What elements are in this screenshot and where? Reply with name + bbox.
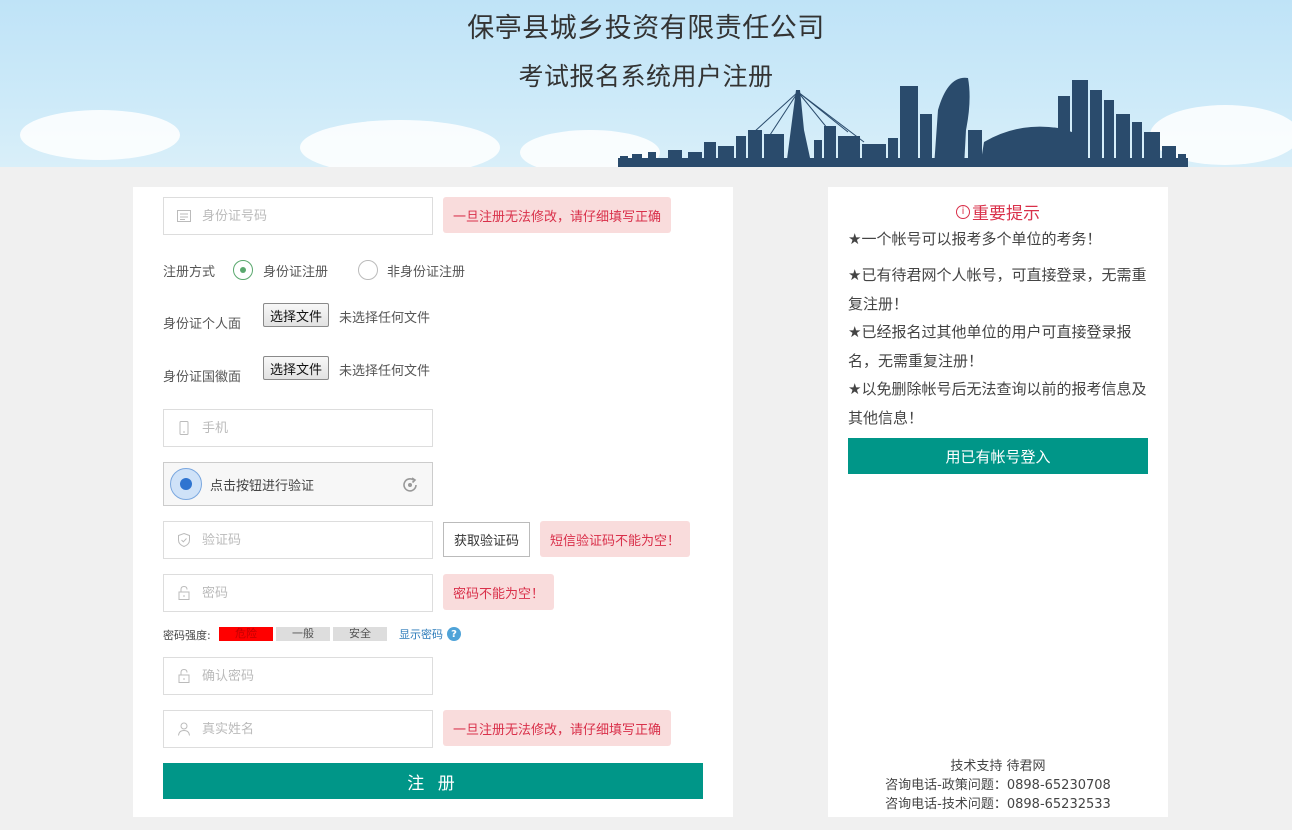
- login-existing-account-button[interactable]: 用已有帐号登入: [848, 438, 1148, 474]
- registration-form: 一旦注册无法修改，请仔细填写正确 注册方式 身份证注册 非身份证注册 身份证个人…: [133, 187, 733, 817]
- city-skyline-illustration: [618, 77, 1188, 167]
- id-front-file-status: 未选择任何文件: [339, 311, 431, 326]
- id-number-field[interactable]: [163, 197, 433, 235]
- notice-item: ★一个帐号可以报考多个单位的考务！: [848, 230, 1102, 248]
- company-title: 保亭县城乡投资有限责任公司: [467, 13, 825, 44]
- radio-non-id-registration-label[interactable]: 非身份证注册: [387, 261, 465, 280]
- notice-title: i 重要提示: [828, 199, 1168, 224]
- refresh-icon[interactable]: [400, 475, 420, 495]
- captcha-verify-button[interactable]: 点击按钮进行验证: [163, 462, 433, 506]
- registration-method-label: 注册方式: [163, 265, 216, 280]
- lock-icon: [178, 585, 190, 600]
- info-icon: i: [956, 204, 970, 219]
- id-front-file-button[interactable]: 选择文件: [263, 303, 330, 327]
- id-back-label: 身份证国徽面: [163, 370, 242, 385]
- id-back-file-button[interactable]: 选择文件: [263, 356, 330, 380]
- id-card-icon: [177, 210, 191, 222]
- notice-item: ★已有待君网个人帐号，可直接登录，无需重复注册！: [848, 266, 1147, 313]
- password-input[interactable]: [202, 585, 402, 601]
- confirm-password-input[interactable]: [202, 668, 402, 684]
- real-name-field[interactable]: [163, 710, 433, 748]
- sms-code-tip: 短信验证码不能为空！: [540, 521, 691, 557]
- cloud-decoration: [20, 110, 180, 160]
- show-password-label[interactable]: 显示密码: [399, 626, 443, 642]
- register-button[interactable]: 注 册: [163, 763, 703, 799]
- id-back-file-status: 未选择任何文件: [339, 364, 431, 379]
- password-tip: 密码不能为空！: [443, 574, 555, 610]
- notice-panel: i 重要提示 ★一个帐号可以报考多个单位的考务！ ★已有待君网个人帐号，可直接登…: [828, 187, 1168, 817]
- user-icon: [178, 722, 190, 736]
- real-name-tip: 一旦注册无法修改，请仔细填写正确: [443, 710, 672, 746]
- radio-id-registration[interactable]: [233, 260, 253, 280]
- radio-id-registration-label[interactable]: 身份证注册: [263, 261, 328, 280]
- id-number-input[interactable]: [202, 208, 402, 224]
- policy-phone-text: 咨询电话-政策问题：0898-65230708: [885, 778, 1111, 793]
- strength-level-safe: 安全: [333, 627, 387, 641]
- lock-icon: [178, 668, 190, 683]
- notice-item: ★已经报名过其他单位的用户可直接登录报名，无需重复注册！: [848, 323, 1132, 370]
- password-strength-label: 密码强度:: [163, 629, 211, 642]
- sms-code-input[interactable]: [202, 532, 402, 548]
- get-code-button[interactable]: 获取验证码: [443, 522, 530, 557]
- notice-title-text: 重要提示: [972, 204, 1040, 224]
- phone-input[interactable]: [202, 420, 402, 436]
- notice-item: ★以免删除帐号后无法查询以前的报考信息及其他信息！: [848, 380, 1147, 427]
- phone-icon: [179, 421, 189, 435]
- help-icon[interactable]: ?: [447, 627, 461, 641]
- radio-non-id-registration[interactable]: [358, 260, 378, 280]
- tech-phone-text: 咨询电话-技术问题：0898-65232533: [885, 797, 1111, 812]
- id-front-label: 身份证个人面: [163, 317, 242, 332]
- strength-level-medium: 一般: [276, 627, 330, 641]
- real-name-input[interactable]: [202, 721, 402, 737]
- header-banner: 保亭县城乡投资有限责任公司 考试报名系统用户注册: [0, 0, 1292, 167]
- shield-icon: [178, 532, 190, 548]
- cloud-decoration: [300, 120, 500, 167]
- captcha-text: 点击按钮进行验证: [210, 478, 315, 494]
- tech-support-text: 技术支持 待君网: [950, 759, 1046, 774]
- phone-field[interactable]: [163, 409, 433, 447]
- show-password-link[interactable]: 显示密码 ?: [399, 626, 461, 642]
- id-number-tip: 一旦注册无法修改，请仔细填写正确: [443, 197, 672, 233]
- strength-level-danger: 危险: [219, 627, 273, 641]
- password-field[interactable]: [163, 574, 433, 612]
- sms-code-field[interactable]: [163, 521, 433, 559]
- captcha-knob-icon[interactable]: [170, 468, 202, 500]
- confirm-password-field[interactable]: [163, 657, 433, 695]
